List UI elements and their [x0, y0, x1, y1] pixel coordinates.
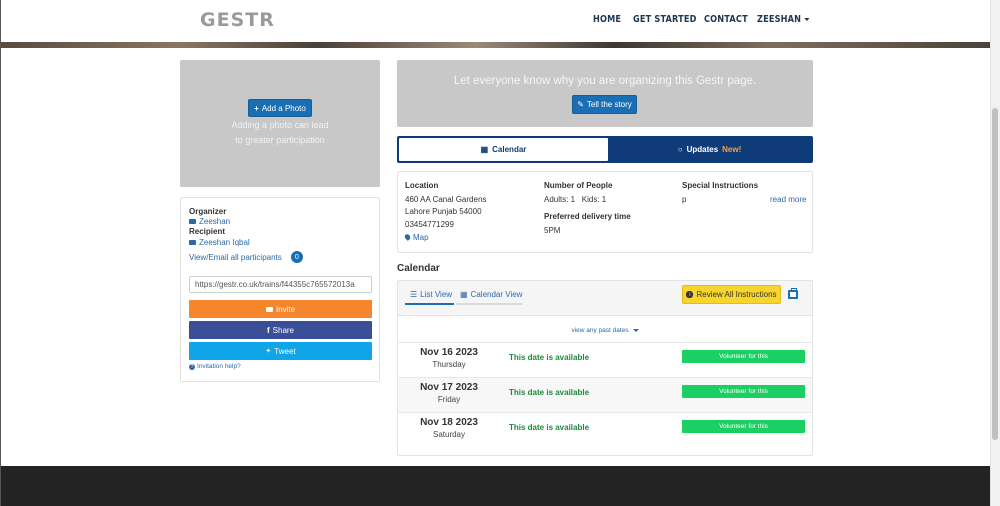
caret-down-icon — [804, 18, 810, 21]
address-line2: Lahore Punjab 54000 — [405, 207, 482, 216]
row-status: This date is available — [509, 353, 590, 362]
new-badge: New! — [722, 145, 742, 154]
past-dates-link[interactable]: view any past dates — [397, 327, 813, 334]
review-label: Review All Instructions — [696, 290, 777, 299]
instructions-label: Special Instructions — [682, 181, 759, 190]
organizer-link[interactable]: Zeeshan — [189, 217, 230, 226]
scrollbar-thumb[interactable] — [992, 108, 998, 440]
hero-image-strip — [1, 42, 990, 48]
photo-hint-line1: Adding a photo can lead — [231, 120, 329, 130]
address-line1: 460 AA Canal Gardens — [405, 195, 487, 204]
nav-home[interactable]: HOME — [593, 14, 621, 25]
footer — [1, 466, 990, 506]
read-more-link[interactable]: read more — [770, 195, 806, 204]
calendar-icon: ▦ — [480, 145, 489, 154]
organizer-name: Zeeshan — [199, 217, 231, 226]
people-label: Number of People — [544, 181, 613, 190]
participants-label: View/Email all participants — [189, 252, 282, 262]
date-row: Nov 16 2023 Thursday This date is availa… — [398, 342, 812, 377]
date-row: Nov 18 2023 Saturday This date is availa… — [398, 412, 812, 447]
instructions-value: p — [682, 195, 687, 204]
recipient-link[interactable]: Zeeshan Iqbal — [189, 238, 250, 247]
participants-link[interactable]: View/Email all participants 0 — [189, 251, 303, 263]
print-icon[interactable] — [788, 288, 798, 299]
navbar — [1, 0, 990, 42]
question-icon: ? — [189, 363, 195, 370]
info-icon: i — [686, 291, 694, 298]
share-url-field[interactable]: https://gestr.co.uk/trains/f44355c765572… — [189, 276, 372, 293]
pencil-icon: ✎ — [577, 100, 584, 109]
list-view-label: List View — [420, 290, 453, 299]
scrollbar[interactable] — [990, 0, 1000, 506]
add-photo-label: Add a Photo — [261, 103, 306, 113]
row-weekday: Saturday — [432, 430, 466, 439]
facebook-icon: f — [266, 325, 270, 335]
delivery-value: 5PM — [544, 226, 561, 235]
tell-story-button[interactable]: ✎ Tell the story — [572, 95, 637, 114]
story-prompt: Let everyone know why you are organizing… — [453, 75, 757, 87]
tab-updates[interactable]: ○ Updates New! — [608, 138, 811, 161]
volunteer-button[interactable]: Volunteer for this — [682, 350, 805, 363]
recipient-name: Zeeshan Iqbal — [199, 238, 250, 247]
nav-contact[interactable]: CONTACT — [704, 14, 748, 25]
twitter-icon: ✦ — [265, 348, 272, 355]
row-date: Nov 16 2023 — [420, 347, 478, 358]
row-date: Nov 18 2023 — [420, 417, 478, 428]
tweet-label: Tweet — [274, 346, 296, 356]
envelope-icon — [189, 240, 196, 245]
people-value: Adults: 1 Kids: 1 — [544, 195, 607, 204]
row-weekday: Thursday — [432, 360, 466, 369]
volunteer-button[interactable]: Volunteer for this — [682, 385, 805, 398]
invite-label: Invite — [275, 304, 296, 314]
help-label: Invitation help? — [197, 363, 241, 370]
location-label: Location — [405, 181, 439, 190]
recipient-label: Recipient — [189, 227, 226, 236]
delivery-label: Preferred delivery time — [544, 212, 631, 221]
calendar-icon: ▦ — [460, 290, 468, 299]
calendar-view-tab[interactable]: ▦ Calendar View — [460, 290, 522, 299]
add-photo-button[interactable]: + Add a Photo — [248, 99, 312, 117]
caret-down-icon — [632, 328, 639, 332]
share-facebook-button[interactable]: f Share — [189, 321, 372, 339]
row-date: Nov 17 2023 — [420, 382, 478, 393]
map-link[interactable]: Map — [403, 233, 429, 242]
list-view-tab[interactable]: ☰ List View — [410, 290, 452, 299]
volunteer-button[interactable]: Volunteer for this — [682, 420, 805, 433]
envelope-icon — [189, 219, 196, 224]
review-instructions-button[interactable]: i Review All Instructions — [682, 285, 781, 304]
organizer-label: Organizer — [189, 207, 227, 216]
map-label: Map — [413, 233, 429, 242]
envelope-icon — [265, 306, 273, 312]
invite-button[interactable]: Invite — [189, 300, 372, 318]
share-label: Share — [272, 325, 295, 335]
map-marker-icon — [403, 233, 412, 241]
nav-user-menu[interactable]: ZEESHAN — [757, 14, 810, 25]
tab-calendar-label: Calendar — [492, 145, 527, 154]
calendar-heading: Calendar — [397, 263, 440, 274]
calendar-view-indicator — [456, 303, 522, 305]
photo-hint-line2: to greater participation — [235, 135, 325, 145]
nav-get-started[interactable]: GET STARTED — [633, 14, 697, 25]
tweet-button[interactable]: ✦ Tweet — [189, 342, 372, 360]
window-edge — [0, 0, 1, 506]
phone-number: 03454771299 — [405, 220, 454, 229]
row-status: This date is available — [509, 423, 590, 432]
story-panel — [397, 60, 813, 127]
list-view-active-indicator — [405, 303, 454, 305]
tab-updates-label: Updates — [686, 145, 719, 154]
user-name: ZEESHAN — [757, 14, 802, 25]
tell-story-label: Tell the story — [586, 100, 632, 109]
calendar-view-label: Calendar View — [470, 290, 523, 299]
row-status: This date is available — [509, 388, 590, 397]
date-row: Nov 17 2023 Friday This date is availabl… — [398, 377, 812, 412]
invitation-help-link[interactable]: ? Invitation help? — [189, 363, 241, 370]
logo[interactable]: GESTR — [200, 9, 275, 31]
participants-count-badge: 0 — [290, 251, 303, 263]
comment-icon: ○ — [677, 145, 683, 154]
tab-calendar[interactable]: ▦ Calendar — [399, 138, 608, 161]
list-icon: ☰ — [410, 290, 418, 299]
past-dates-label: view any past dates — [571, 327, 629, 334]
row-weekday: Friday — [437, 395, 461, 404]
plus-icon: + — [254, 103, 259, 113]
